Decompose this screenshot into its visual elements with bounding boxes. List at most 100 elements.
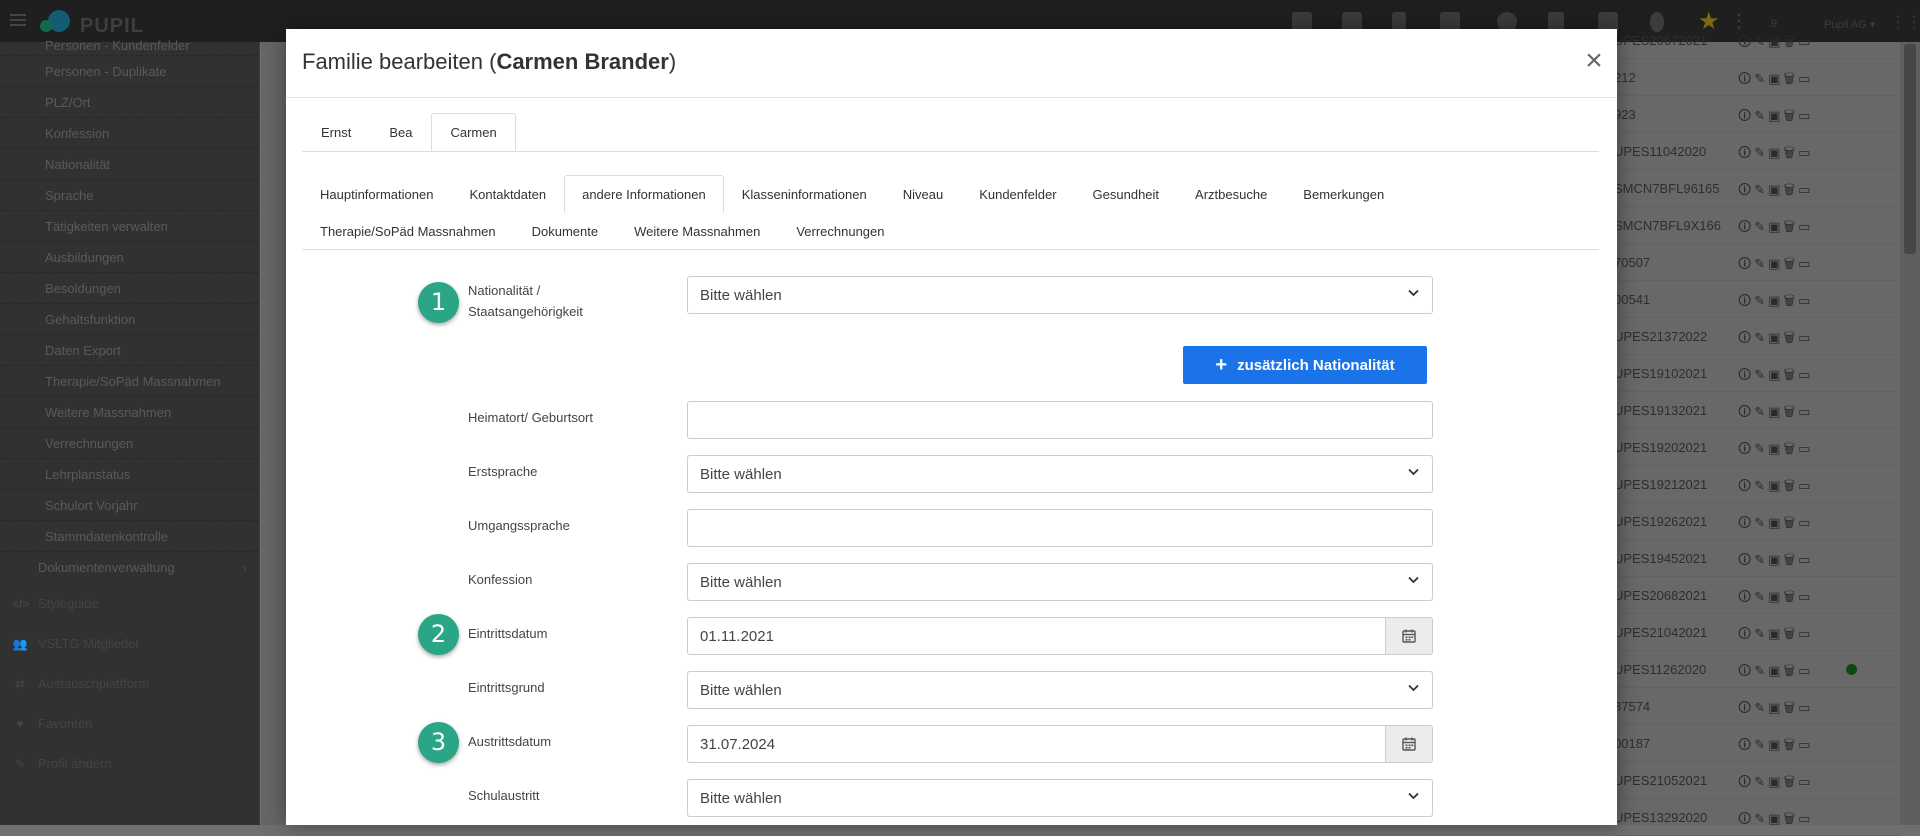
row-code: UPES19452021 [1614, 551, 1708, 566]
sidebar-subitem[interactable]: Personen - Kundenfelder [0, 39, 259, 56]
sidebar-subitem[interactable]: Gehaltsfunktion [0, 304, 259, 335]
row-code: UPES20682021 [1614, 588, 1708, 603]
row-code: UPES19202021 [1614, 440, 1708, 455]
tab-gesundheit[interactable]: Gesundheit [1075, 175, 1178, 213]
tab-weitere-massnahmen[interactable]: Weitere Massnahmen [616, 213, 778, 249]
row-action-icons[interactable]: 🛈✎▣🗑▭ [1738, 329, 1813, 351]
nationality-select[interactable]: Bitte wählen [687, 276, 1433, 314]
table-row: 00187 🛈✎▣🗑▭ [1614, 725, 1900, 762]
modal-header: Familie bearbeiten (Carmen Brander) × [286, 29, 1617, 98]
page-scrollbar[interactable] [1900, 42, 1920, 825]
tab-bea[interactable]: Bea [370, 113, 431, 151]
row-code: 212 [1614, 70, 1636, 85]
row-action-icons[interactable]: 🛈✎▣🗑▭ [1738, 292, 1813, 314]
tab-arztbesuche[interactable]: Arztbesuche [1177, 175, 1285, 213]
tab-kontaktdaten[interactable]: Kontaktdaten [451, 175, 564, 213]
nationality-label-line2: Staatsangehörigkeit [468, 304, 583, 319]
row-action-icons[interactable]: 🛈✎▣🗑▭ [1738, 477, 1813, 499]
sidebar-subitem[interactable]: Besoldungen [0, 273, 259, 304]
first-language-select[interactable]: Bitte wählen [687, 455, 1433, 493]
row-action-icons[interactable]: 🛈✎▣🗑▭ [1738, 440, 1813, 462]
sidebar-subitem[interactable]: Therapie/SoPäd Massnahmen [0, 366, 259, 397]
common-language-label: Umgangssprache [468, 518, 570, 533]
row-action-icons[interactable]: 🛈✎▣🗑▭ [1738, 588, 1813, 610]
sidebar-subitem[interactable]: Konfession [0, 118, 259, 149]
info-tabs-divider [302, 249, 1599, 250]
confession-select[interactable]: Bitte wählen [687, 563, 1433, 601]
row-action-icons[interactable]: 🛈✎▣🗑▭ [1738, 33, 1813, 55]
tab-klasseninformationen[interactable]: Klasseninformationen [724, 175, 885, 213]
row-action-icons[interactable]: 🛈✎▣🗑▭ [1738, 255, 1813, 277]
row-action-icons[interactable]: 🛈✎▣🗑▭ [1738, 181, 1813, 203]
sidebar-item-dokumentenverwaltung[interactable]: Dokumentenverwaltung [0, 552, 259, 584]
sidebar-subitem[interactable]: Daten Export [0, 335, 259, 366]
sidebar-subitem[interactable]: Tätigkeiten verwalten [0, 211, 259, 242]
row-action-icons[interactable]: 🛈✎▣🗑▭ [1738, 736, 1813, 758]
row-action-icons[interactable]: 🛈✎▣🗑▭ [1738, 144, 1813, 166]
table-row: 70507 🛈✎▣🗑▭ [1614, 244, 1900, 281]
title-prefix: Familie bearbeiten ( [302, 49, 497, 74]
sidebar-item[interactable]: ⇄ Austauschplattform [0, 664, 259, 704]
row-action-icons[interactable]: 🛈✎▣🗑▭ [1738, 218, 1813, 240]
sidebar-item[interactable]: ✎ Profil ändern [0, 744, 259, 784]
tab-verrechnungen[interactable]: Verrechnungen [778, 213, 902, 249]
pupil-logo[interactable]: PUPIL [40, 6, 144, 37]
sidebar-item-label: Styleguide [38, 596, 99, 611]
exit-date-input[interactable]: 31.07.2024 [687, 725, 1433, 763]
sidebar-subitem[interactable]: Nationalität [0, 149, 259, 180]
row-action-icons[interactable]: 🛈✎▣🗑▭ [1738, 625, 1813, 647]
sidebar-subitem[interactable]: Schulort Vorjahr [0, 490, 259, 521]
tab-carmen[interactable]: Carmen [431, 113, 516, 151]
scrollbar-thumb[interactable] [1904, 44, 1916, 254]
tab-kundenfelder[interactable]: Kundenfelder [961, 175, 1074, 213]
row-action-icons[interactable]: 🛈✎▣🗑▭ [1738, 514, 1813, 536]
row-action-icons[interactable]: 🛈✎▣🗑▭ [1738, 773, 1813, 795]
birthplace-input[interactable] [687, 401, 1433, 439]
sidebar-item[interactable]: </> Styleguide [0, 584, 259, 624]
tab-andere-informationen[interactable]: andere Informationen [564, 175, 724, 213]
calendar-icon[interactable] [1385, 726, 1432, 762]
sidebar-item-label: Profil ändern [38, 756, 112, 771]
row-action-icons[interactable]: 🛈✎▣🗑▭ [1738, 699, 1813, 721]
sidebar-item-label: Favoriten [38, 716, 93, 731]
row-action-icons[interactable]: 🛈✎▣🗑▭ [1738, 403, 1813, 425]
tab-therapie[interactable]: Therapie/SoPäd Massnahmen [302, 213, 514, 249]
tab-bemerkungen[interactable]: Bemerkungen [1285, 175, 1402, 213]
sidebar-subitem[interactable]: PLZ/Ort [0, 87, 259, 118]
tab-hauptinformationen[interactable]: Hauptinformationen [302, 175, 451, 213]
sidebar-subitem[interactable]: Lehrplanstatus [0, 459, 259, 490]
menu-icon[interactable] [10, 14, 26, 26]
tab-ernst[interactable]: Ernst [302, 113, 370, 151]
nationality-value: Bitte wählen [700, 287, 782, 304]
sidebar-subitem[interactable]: Sprache [0, 180, 259, 211]
sidebar-subitem[interactable]: Weitere Massnahmen [0, 397, 259, 428]
birthplace-label: Heimatort/ Geburtsort [468, 410, 593, 425]
row-action-icons[interactable]: 🛈✎▣🗑▭ [1738, 810, 1813, 832]
row-code: SMCN7BFL96165 [1614, 181, 1720, 196]
table-row: SMCN7BFL9X166 🛈✎▣🗑▭ [1614, 207, 1900, 244]
row-action-icons[interactable]: 🛈✎▣🗑▭ [1738, 70, 1813, 92]
sidebar-item[interactable]: ♥ Favoriten [0, 704, 259, 744]
school-exit-select[interactable]: Bitte wählen [687, 779, 1433, 817]
row-code: 87574 [1614, 699, 1651, 714]
close-icon[interactable]: × [1582, 46, 1606, 76]
sidebar-subitem[interactable]: Ausbildungen [0, 242, 259, 273]
table-row: UPES20672021 🛈✎▣🗑▭ [1614, 22, 1900, 59]
entry-reason-select[interactable]: Bitte wählen [687, 671, 1433, 709]
tab-dokumente[interactable]: Dokumente [514, 213, 616, 249]
common-language-input[interactable] [687, 509, 1433, 547]
calendar-icon[interactable] [1385, 618, 1432, 654]
add-nationality-button[interactable]: + zusätzlich Nationalität [1183, 346, 1427, 384]
row-action-icons[interactable]: 🛈✎▣🗑▭ [1738, 366, 1813, 388]
tab-niveau[interactable]: Niveau [885, 175, 961, 213]
sidebar-item[interactable]: 👥 VSLTG Mitglieder [0, 624, 259, 664]
row-action-icons[interactable]: 🛈✎▣🗑▭ [1738, 662, 1813, 684]
logo-text: PUPIL [80, 14, 144, 37]
row-action-icons[interactable]: 🛈✎▣🗑▭ [1738, 551, 1813, 573]
sidebar-subitem[interactable]: Stammdatenkontrolle [0, 521, 259, 552]
entry-reason-label: Eintrittsgrund [468, 680, 545, 695]
entry-date-input[interactable]: 01.11.2021 [687, 617, 1433, 655]
row-action-icons[interactable]: 🛈✎▣🗑▭ [1738, 107, 1813, 129]
sidebar-subitem[interactable]: Verrechnungen [0, 428, 259, 459]
sidebar-subitem[interactable]: Personen - Duplikate [0, 56, 259, 87]
